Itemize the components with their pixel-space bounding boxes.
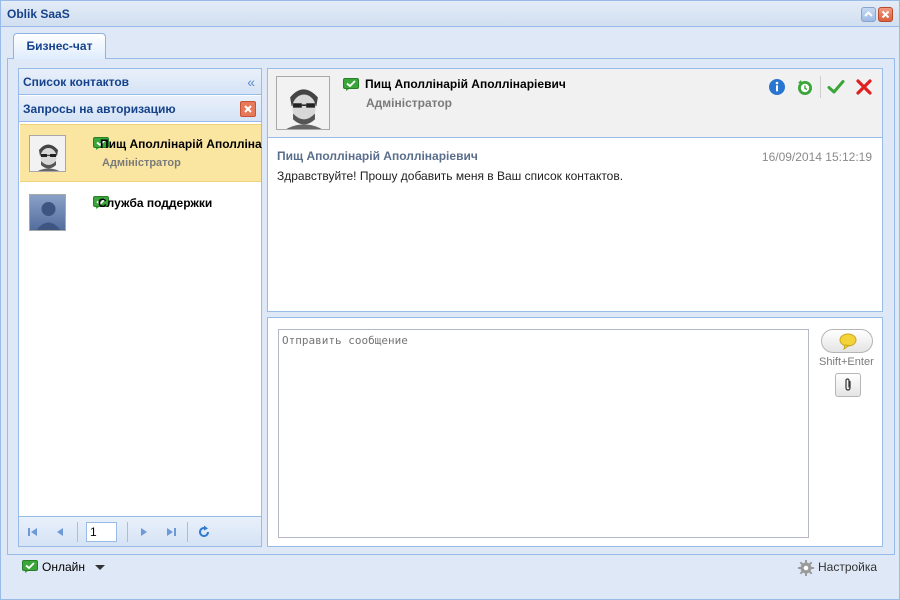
contact-name: Служба поддержки xyxy=(98,196,213,210)
refresh-icon[interactable] xyxy=(197,525,211,539)
default-user-icon xyxy=(30,195,65,230)
pager-divider xyxy=(77,522,78,542)
gear-icon xyxy=(798,560,814,576)
paperclip-icon xyxy=(845,378,851,391)
contact-name: Пищ Аполлінарій Аполлінаріевич xyxy=(100,137,262,151)
next-page-icon[interactable] xyxy=(137,525,151,539)
contact-item[interactable]: Пищ Аполлінарій Аполлінаріевич Адміністр… xyxy=(20,124,262,182)
reject-icon[interactable] xyxy=(855,78,873,96)
contacts-panel: Список контактов « Запросы на авторизаци… xyxy=(18,68,262,547)
close-requests-button[interactable] xyxy=(240,101,256,117)
chat-header: Пищ Аполлінарій Аполлінаріевич Адміністр… xyxy=(267,68,883,138)
avatar xyxy=(29,135,66,172)
accept-icon[interactable] xyxy=(827,78,845,96)
contacts-header-label: Список контактов xyxy=(23,75,130,89)
auth-requests-header[interactable]: Запросы на авторизацию xyxy=(19,96,261,122)
chevron-up-icon xyxy=(864,11,873,17)
prev-page-icon[interactable] xyxy=(53,525,67,539)
collapse-icon[interactable]: « xyxy=(247,69,255,95)
contacts-header[interactable]: Список контактов « xyxy=(19,69,261,95)
avatar xyxy=(276,76,330,130)
info-icon[interactable] xyxy=(768,78,786,96)
message-timestamp: 16/09/2014 15:12:19 xyxy=(761,150,872,164)
message-list: Пищ Аполлінарій Аполлінаріевич 16/09/201… xyxy=(267,138,883,312)
message-text: Здравствуйте! Прошу добавить меня в Ваш … xyxy=(277,169,624,183)
history-icon[interactable] xyxy=(796,78,814,96)
close-icon xyxy=(244,105,252,113)
tab-strip: Бизнес-чат xyxy=(7,29,895,60)
chevron-down-icon[interactable] xyxy=(95,565,105,570)
user-photo-icon xyxy=(277,77,329,129)
chat-contact-name: Пищ Аполлінарій Аполлінаріевич xyxy=(365,77,566,91)
attach-file-button[interactable] xyxy=(835,373,861,397)
title-bar: Oblik SaaS xyxy=(1,1,899,27)
auth-requests-header-label: Запросы на авторизацию xyxy=(23,102,176,116)
chat-contact-role: Адміністратор xyxy=(366,96,453,110)
first-page-icon[interactable] xyxy=(26,525,40,539)
header-divider xyxy=(820,76,821,98)
page-number-input[interactable] xyxy=(86,522,117,542)
avatar xyxy=(29,194,66,231)
contact-item[interactable]: Служба поддержки xyxy=(20,184,261,242)
settings-label: Настройка xyxy=(818,560,878,574)
close-icon xyxy=(881,10,890,19)
speech-bubble-icon xyxy=(839,333,857,350)
minimize-button[interactable] xyxy=(861,7,876,22)
user-photo-icon xyxy=(30,136,65,171)
contact-role: Адміністратор xyxy=(102,157,181,169)
pager-divider xyxy=(127,522,128,542)
message-sender: Пищ Аполлінарій Аполлінаріевич xyxy=(277,149,478,163)
tab-business-chat[interactable]: Бизнес-чат xyxy=(13,33,106,60)
window-title: Oblik SaaS xyxy=(7,7,70,21)
send-button[interactable] xyxy=(821,329,873,353)
online-status-icon xyxy=(22,560,38,573)
send-shortcut-hint: Shift+Enter xyxy=(819,356,874,368)
status-label: Онлайн xyxy=(42,560,85,574)
online-status-icon xyxy=(343,78,359,91)
message-input[interactable] xyxy=(278,329,809,538)
close-window-button[interactable] xyxy=(878,7,893,22)
last-page-icon[interactable] xyxy=(164,525,178,539)
pagination-bar xyxy=(19,516,261,546)
pager-divider xyxy=(187,522,188,542)
message-composer: Shift+Enter xyxy=(267,317,883,547)
